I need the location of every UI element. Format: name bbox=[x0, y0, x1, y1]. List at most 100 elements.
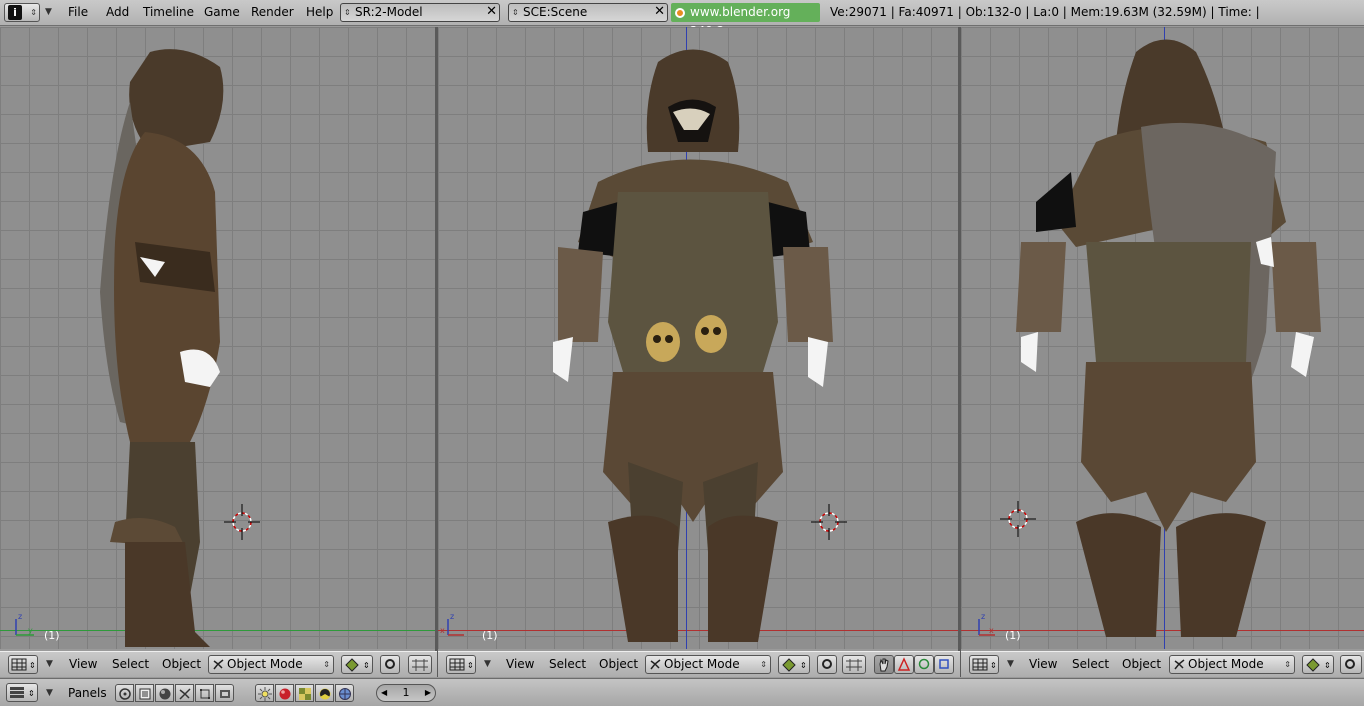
menu-object[interactable]: Object bbox=[162, 655, 201, 674]
layer-buttons[interactable] bbox=[842, 655, 866, 674]
radiosity-icon bbox=[319, 688, 331, 700]
menu-select[interactable]: Select bbox=[112, 655, 149, 674]
3d-cursor-icon[interactable] bbox=[998, 499, 1038, 539]
radiosity-subcontext-button[interactable] bbox=[315, 684, 334, 702]
solid-shading-icon: ⇕ bbox=[1306, 658, 1331, 672]
menu-render[interactable]: Render bbox=[249, 3, 296, 22]
shading-context-button[interactable] bbox=[155, 684, 174, 702]
collapse-menu-icon[interactable]: ▼ bbox=[45, 7, 52, 17]
buttons-window-icon: ⇕ bbox=[10, 687, 35, 698]
3d-viewport-back[interactable]: z x (1) bbox=[961, 27, 1364, 649]
editing-icon bbox=[200, 689, 210, 699]
menu-object[interactable]: Object bbox=[599, 655, 638, 674]
window-type-selector[interactable]: i ⇕ bbox=[4, 3, 40, 22]
svg-text:⇕: ⇕ bbox=[363, 661, 370, 670]
pivot-selector[interactable] bbox=[817, 655, 837, 674]
menu-select[interactable]: Select bbox=[1072, 655, 1109, 674]
scale-manipulator[interactable] bbox=[934, 655, 954, 674]
svg-text:x: x bbox=[440, 626, 445, 635]
decrement-arrow-icon[interactable]: ◀ bbox=[381, 685, 387, 701]
collapse-menu-icon[interactable]: ▼ bbox=[484, 659, 491, 669]
menu-view[interactable]: View bbox=[1029, 655, 1057, 674]
buttons-window-header: ⇕ ▼ Panels ◀ 1 ▶ bbox=[0, 678, 1364, 706]
pivot-icon bbox=[1345, 659, 1355, 669]
rotate-manipulator[interactable] bbox=[914, 655, 934, 674]
3d-cursor-icon[interactable] bbox=[809, 502, 849, 542]
object-mode-icon bbox=[213, 659, 224, 670]
blender-version-link[interactable]: www.blender.org 249.2 bbox=[671, 3, 820, 38]
menu-add[interactable]: Add bbox=[104, 3, 131, 22]
collapse-menu-icon[interactable]: ▼ bbox=[46, 659, 53, 669]
collapse-menu-icon[interactable]: ▼ bbox=[46, 688, 53, 698]
updown-arrows-icon: ⇕ bbox=[760, 660, 767, 669]
square-icon bbox=[939, 659, 949, 669]
menu-game[interactable]: Game bbox=[202, 3, 242, 22]
scene-context-button[interactable] bbox=[215, 684, 234, 702]
draw-type-selector[interactable]: ⇕ bbox=[341, 655, 373, 674]
lamp-icon bbox=[258, 687, 272, 701]
scene-selector[interactable]: ⇕ SCE:Scene ✕ bbox=[508, 3, 668, 22]
3d-viewport-front[interactable]: z x (1) bbox=[438, 27, 958, 649]
axis-gizmo-icon: z y bbox=[15, 612, 34, 636]
object-mode-label: Object Mode bbox=[1188, 657, 1264, 671]
layer-indicator: (1) bbox=[44, 629, 60, 642]
material-subcontext-button[interactable] bbox=[275, 684, 294, 702]
draw-type-selector[interactable]: ⇕ bbox=[1302, 655, 1334, 674]
delete-screen-icon[interactable]: ✕ bbox=[486, 4, 497, 19]
svg-text:z: z bbox=[18, 612, 22, 621]
frame-number: 1 bbox=[402, 686, 410, 699]
object-mode-selector[interactable]: Object Mode ⇕ bbox=[645, 655, 771, 674]
translate-manipulator[interactable] bbox=[894, 655, 914, 674]
character-model-back[interactable] bbox=[1016, 32, 1326, 647]
frame-number-field[interactable]: ◀ 1 ▶ bbox=[376, 684, 436, 702]
scene-stats: Ve:29071 | Fa:40971 | Ob:132-0 | La:0 | … bbox=[830, 5, 1260, 19]
editing-context-button[interactable] bbox=[195, 684, 214, 702]
svg-text:z: z bbox=[450, 612, 454, 621]
logic-context-button[interactable] bbox=[115, 684, 134, 702]
layer-buttons[interactable] bbox=[408, 655, 432, 674]
texture-subcontext-button[interactable] bbox=[295, 684, 314, 702]
object-mode-selector[interactable]: Object Mode ⇕ bbox=[208, 655, 334, 674]
circle-icon bbox=[918, 658, 930, 670]
menu-object[interactable]: Object bbox=[1122, 655, 1161, 674]
3d-cursor-icon[interactable] bbox=[222, 502, 262, 542]
menu-panels[interactable]: Panels bbox=[68, 684, 107, 703]
pivot-selector[interactable] bbox=[380, 655, 400, 674]
character-model-side[interactable] bbox=[90, 42, 250, 649]
info-header: i ⇕ ▼ File Add Timeline Game Render Help… bbox=[0, 0, 1364, 38]
editor-type-selector[interactable]: ⇕ bbox=[8, 655, 38, 674]
menu-file[interactable]: File bbox=[66, 3, 90, 22]
solid-shading-icon: ⇕ bbox=[782, 658, 807, 672]
screen-selector[interactable]: ⇕ SR:2-Model ✕ bbox=[340, 3, 500, 22]
layer-indicator: (1) bbox=[482, 629, 498, 642]
object-context-button[interactable] bbox=[175, 684, 194, 702]
delete-scene-icon[interactable]: ✕ bbox=[654, 4, 665, 19]
updown-arrows-icon: ⇕ bbox=[344, 8, 351, 17]
menu-help[interactable]: Help bbox=[304, 3, 335, 22]
lamp-subcontext-button[interactable] bbox=[255, 684, 274, 702]
editor-type-selector[interactable]: ⇕ bbox=[6, 683, 38, 702]
increment-arrow-icon[interactable]: ▶ bbox=[425, 685, 431, 701]
screen-name: SR:2-Model bbox=[355, 5, 423, 19]
object-mode-icon bbox=[1174, 659, 1185, 670]
script-context-button[interactable] bbox=[135, 684, 154, 702]
menu-view[interactable]: View bbox=[69, 655, 97, 674]
3d-viewport-side[interactable]: z y (1) bbox=[0, 27, 435, 649]
draw-type-selector[interactable]: ⇕ bbox=[778, 655, 810, 674]
3d-view-header-front: ⇕ ▼ View Select Object Object Mode ⇕ ⇕ bbox=[438, 651, 960, 677]
collapse-menu-icon[interactable]: ▼ bbox=[1007, 659, 1014, 669]
axis-gizmo-icon: z x bbox=[440, 612, 464, 636]
menu-view[interactable]: View bbox=[506, 655, 534, 674]
manipulator-toggle[interactable] bbox=[874, 655, 894, 674]
editor-type-selector[interactable]: ⇕ bbox=[969, 655, 999, 674]
svg-text:y: y bbox=[28, 626, 33, 635]
menu-select[interactable]: Select bbox=[549, 655, 586, 674]
svg-text:⇕: ⇕ bbox=[800, 661, 807, 670]
character-model-front[interactable] bbox=[538, 42, 848, 649]
editor-type-selector[interactable]: ⇕ bbox=[446, 655, 476, 674]
pivot-selector[interactable] bbox=[1340, 655, 1362, 674]
menu-timeline[interactable]: Timeline bbox=[141, 3, 196, 22]
world-subcontext-button[interactable] bbox=[335, 684, 354, 702]
object-mode-selector[interactable]: Object Mode ⇕ bbox=[1169, 655, 1295, 674]
info-icon: i bbox=[8, 5, 22, 20]
